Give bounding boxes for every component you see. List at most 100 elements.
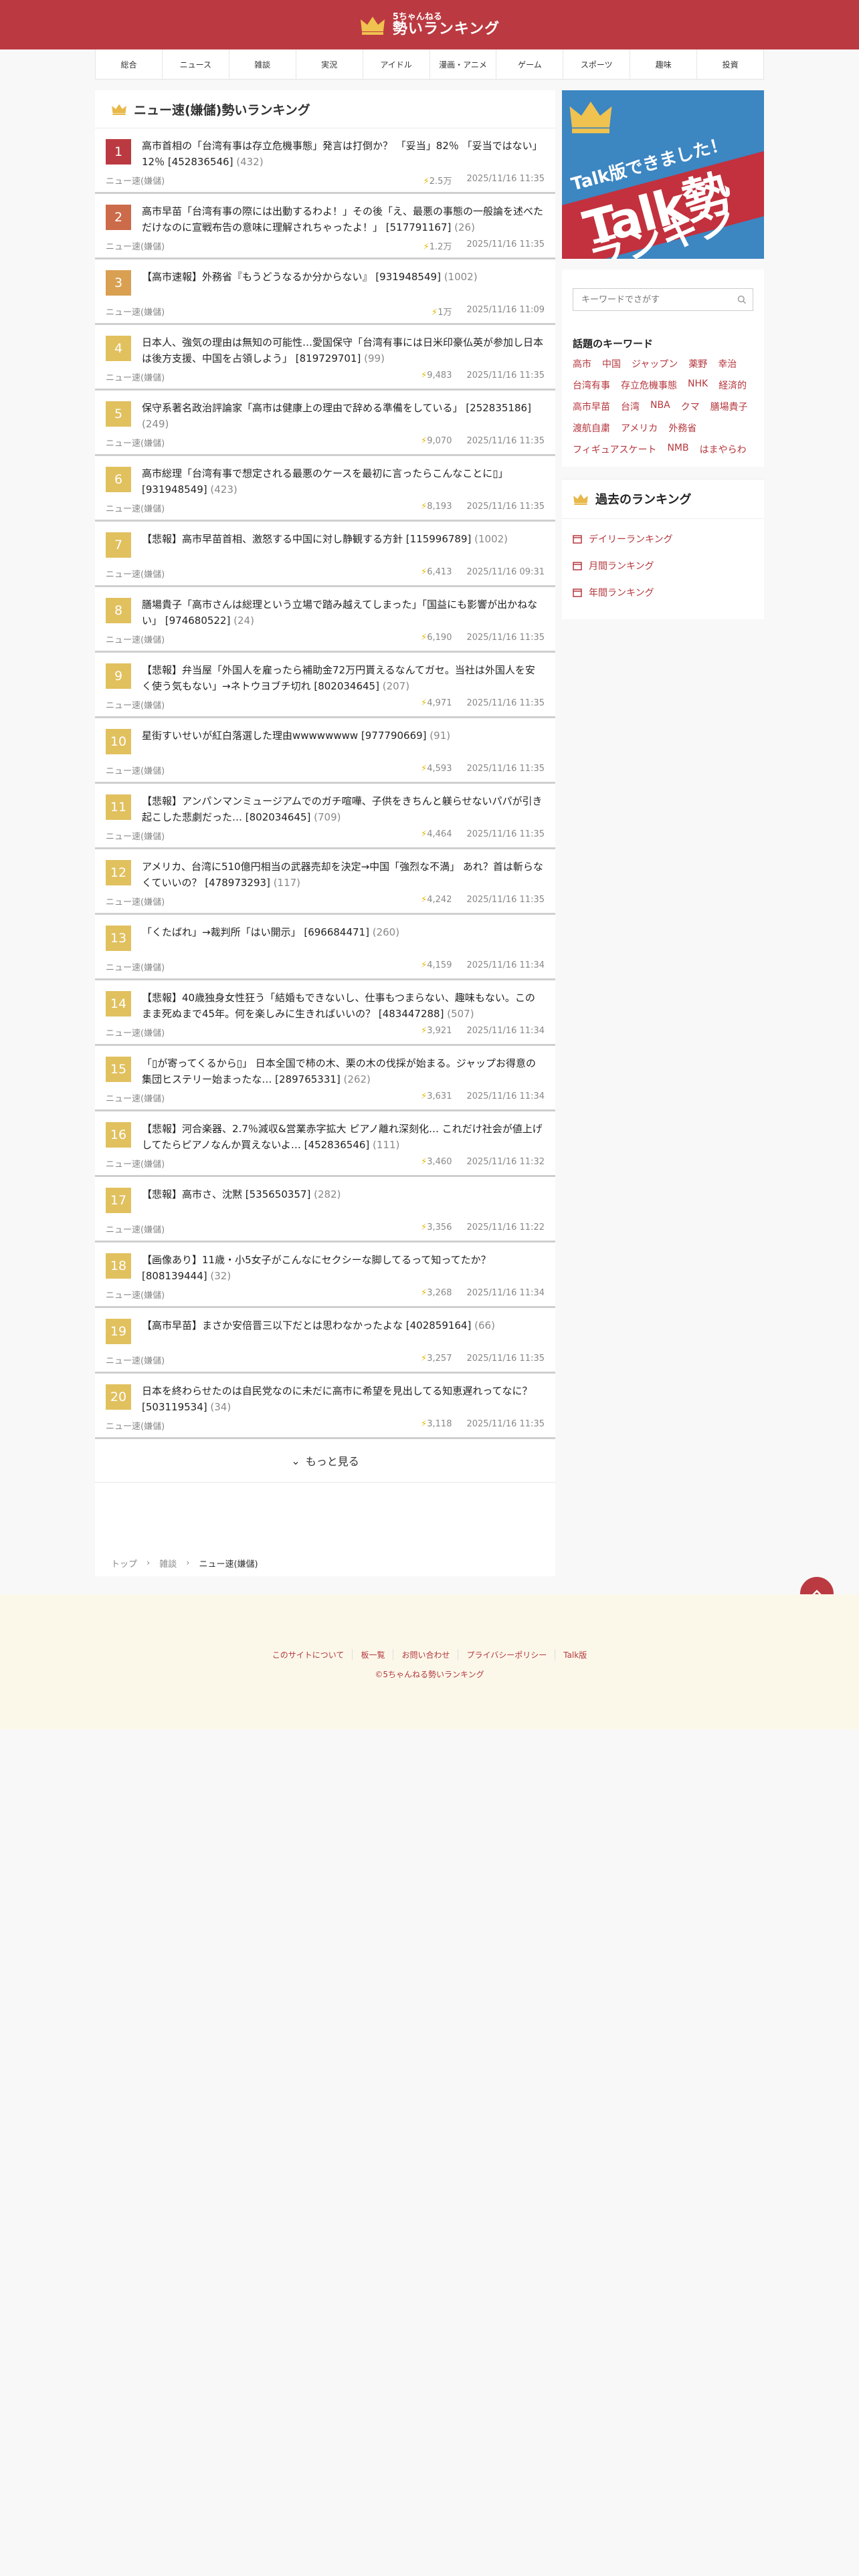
thread-title[interactable]: 「▯が寄ってくるから▯」 日本全国で柿の木、栗の木の伐採が始まる。ジャップお得意… bbox=[142, 1055, 545, 1087]
thread-title[interactable]: 【画像あり】11歳・小5女子がこんなにセクシーな脚してるって知ってたか？ [80… bbox=[142, 1252, 545, 1284]
keyword-link[interactable]: 台湾有事 bbox=[573, 379, 610, 392]
thread-title-text: 高市首相の「台湾有事は存立危機事態」発言は打倒か？ 「妥当」82％ 「妥当ではな… bbox=[142, 140, 543, 168]
keyword-link[interactable]: 経済的 bbox=[719, 379, 747, 392]
ranking-item[interactable]: 19 【高市早苗】まさか安倍晋三以下だとは思わなかったよな [402859164]… bbox=[95, 1308, 555, 1374]
ranking-item[interactable]: 17 【悲報】高市さ、沈黙 [535650357] (282) ニュー速(嫌儲) ⚡3… bbox=[95, 1177, 555, 1243]
footer-link-boards[interactable]: 板一覧 bbox=[352, 1649, 393, 1660]
ranking-item[interactable]: 5 保守系著名政治評論家「高市は健康上の理由で辞める準備をしている」 [25283… bbox=[95, 391, 555, 456]
breadcrumb-home[interactable]: トップ bbox=[111, 1557, 137, 1570]
thread-title[interactable]: 高市総理「台湾有事で想定される最悪のケースを最初に言ったらこんなことに▯」 [9… bbox=[142, 465, 545, 498]
ranking-item[interactable]: 2 高市早苗「台湾有事の際には出動するわよ！」その後「え、最悪の事態の一般論を述べ… bbox=[95, 194, 555, 259]
ranking-item[interactable]: 3 【高市速報】外務省『もうどうなるか分からない』 [931948549] (10… bbox=[95, 259, 555, 325]
momentum-value: 3,118 bbox=[427, 1419, 452, 1429]
thread-title[interactable]: 星街すいせいが紅白落選した理由wwwwwwww [977790669] (91) bbox=[142, 728, 450, 754]
keyword-link[interactable]: はまやらわ bbox=[700, 443, 747, 456]
ranking-item[interactable]: 1 高市首相の「台湾有事は存立危機事態」発言は打倒か？ 「妥当」82％ 「妥当では… bbox=[95, 128, 555, 194]
footer-link-privacy[interactable]: プライバシーポリシー bbox=[458, 1649, 555, 1660]
thread-title[interactable]: 保守系著名政治評論家「高市は健康上の理由で辞める準備をしている」 [252835… bbox=[142, 400, 545, 432]
keyword-link[interactable]: NBA bbox=[650, 400, 670, 413]
keyword-link[interactable]: アメリカ bbox=[621, 421, 658, 435]
thread-title[interactable]: 日本人、強気の理由は無知の可能性…愛国保守「台湾有事には日米印豪仏英が参加し日本… bbox=[142, 334, 545, 366]
ranking-item[interactable]: 14 【悲報】40歳独身女性狂う「結婚もできないし、仕事もつまらない、趣味もない。… bbox=[95, 980, 555, 1046]
nav-item-hobby[interactable]: 趣味 bbox=[630, 49, 698, 79]
past-ranking-daily[interactable]: デイリーランキング bbox=[573, 526, 753, 552]
ranking-item[interactable]: 4 日本人、強気の理由は無知の可能性…愛国保守「台湾有事には日米印豪仏英が参加し日… bbox=[95, 325, 555, 391]
keyword-link[interactable]: 幸治 bbox=[718, 357, 737, 370]
keyword-link[interactable]: フィギュアスケート bbox=[573, 443, 656, 456]
thread-title[interactable]: 【高市速報】外務省『もうどうなるか分からない』 [931948549] (100… bbox=[142, 269, 478, 296]
keyword-link[interactable]: クマ bbox=[681, 400, 700, 413]
keyword-link[interactable]: NHK bbox=[688, 379, 708, 392]
thread-title[interactable]: 【悲報】高市さ、沈黙 [535650357] (282) bbox=[142, 1186, 341, 1213]
keyword-link[interactable]: 高市早苗 bbox=[573, 400, 610, 413]
thread-title[interactable]: アメリカ、台湾に510億円相当の武器売却を決定→中国「強烈な不満」 あれ？首は斬… bbox=[142, 859, 545, 891]
thread-title[interactable]: 【悲報】アンパンマンミュージアムでのガチ喧嘩、子供をきちんと躾らせないパパが引き… bbox=[142, 793, 545, 825]
ranking-item[interactable]: 8 膳場貴子「高市さんは総理という立場で踏み越えてしまった」「国益にも影響が出かね… bbox=[95, 587, 555, 653]
nav-item-game[interactable]: ゲーム bbox=[496, 49, 564, 79]
nav-item-sports[interactable]: スポーツ bbox=[563, 49, 631, 79]
thread-title-text: アメリカ、台湾に510億円相当の武器売却を決定→中国「強烈な不満」 あれ？首は斬… bbox=[142, 861, 543, 889]
thread-title[interactable]: 膳場貴子「高市さんは総理という立場で踏み越えてしまった」「国益にも影響が出かねな… bbox=[142, 597, 545, 629]
ranking-item[interactable]: 13 「くたばれ」→裁判所「はい開示」 [696684471] (260) ニュー速… bbox=[95, 915, 555, 980]
keyword-link[interactable]: 外務省 bbox=[668, 421, 696, 435]
post-time: 2025/11/16 11:35 bbox=[466, 502, 545, 512]
rank-number: 5 bbox=[106, 401, 131, 427]
nav-item-general[interactable]: 総合 bbox=[95, 49, 163, 79]
footer-link-talk[interactable]: Talk版 bbox=[555, 1649, 595, 1660]
reply-count: (260) bbox=[372, 926, 400, 938]
footer-link-about[interactable]: このサイトについて bbox=[264, 1649, 353, 1660]
past-ranking-monthly[interactable]: 月間ランキング bbox=[573, 552, 753, 579]
ranking-item[interactable]: 6 高市総理「台湾有事で想定される最悪のケースを最初に言ったらこんなことに▯」 [… bbox=[95, 456, 555, 522]
nav-item-chat[interactable]: 雑談 bbox=[229, 49, 296, 79]
nav-item-anime[interactable]: 漫画・アニメ bbox=[430, 49, 497, 79]
more-button[interactable]: ⌄ もっと見る bbox=[95, 1439, 555, 1483]
ranking-item[interactable]: 15 「▯が寄ってくるから▯」 日本全国で柿の木、栗の木の伐採が始まる。ジャップお… bbox=[95, 1046, 555, 1111]
ranking-item[interactable]: 18 【画像あり】11歳・小5女子がこんなにセクシーな脚してるって知ってたか？ [… bbox=[95, 1243, 555, 1308]
momentum: ⚡4,971 bbox=[421, 698, 452, 711]
momentum-value: 4,593 bbox=[427, 764, 452, 774]
ranking-item[interactable]: 9 【悲報】弁当屋「外国人を雇ったら補助金72万円貰えるなんてガセ。当社は外国人を… bbox=[95, 653, 555, 718]
nav-item-news[interactable]: ニュース bbox=[163, 49, 229, 79]
board-name: ニュー速(嫌儲) bbox=[106, 766, 165, 776]
thread-title[interactable]: 【高市早苗】まさか安倍晋三以下だとは思わなかったよな [402859164] (… bbox=[142, 1317, 495, 1344]
nav-item-invest[interactable]: 投資 bbox=[697, 49, 765, 79]
search-input[interactable] bbox=[580, 294, 737, 306]
rank-number: 3 bbox=[106, 270, 131, 296]
lightning-icon: ⚡ bbox=[421, 370, 427, 381]
thread-title-text: 高市早苗「台湾有事の際には出動するわよ！」その後「え、最悪の事態の一般論を述べた… bbox=[142, 205, 544, 233]
thread-title[interactable]: 【悲報】弁当屋「外国人を雇ったら補助金72万円貰えるなんてガセ。当社は外国人を安… bbox=[142, 662, 545, 694]
ranking-item[interactable]: 20 日本を終わらせたのは自民党なのに未だに高市に希望を見出してる知恵遅れってなに… bbox=[95, 1374, 555, 1439]
search-icon[interactable] bbox=[737, 295, 746, 304]
nav-item-idol[interactable]: アイドル bbox=[363, 49, 430, 79]
thread-title[interactable]: 高市首相の「台湾有事は存立危機事態」発言は打倒か？ 「妥当」82％ 「妥当ではな… bbox=[142, 138, 545, 170]
breadcrumb-category[interactable]: 雑談 bbox=[159, 1557, 177, 1570]
thread-title[interactable]: 「くたばれ」→裁判所「はい開示」 [696684471] (260) bbox=[142, 924, 399, 951]
keyword-link[interactable]: 薬野 bbox=[688, 357, 707, 370]
past-ranking-yearly[interactable]: 年間ランキング bbox=[573, 579, 753, 606]
momentum-value: 4,159 bbox=[427, 960, 452, 970]
keyword-link[interactable]: ジャップン bbox=[632, 357, 678, 370]
keyword-link[interactable]: 膳場貴子 bbox=[710, 400, 748, 413]
ranking-item[interactable]: 7 【悲報】高市早苗首相、激怒する中国に対し静観する方針 [115996789] … bbox=[95, 522, 555, 587]
ranking-item[interactable]: 11 【悲報】アンパンマンミュージアムでのガチ喧嘩、子供をきちんと躾らせないパパが… bbox=[95, 784, 555, 849]
thread-title[interactable]: 日本を終わらせたのは自民党なのに未だに高市に希望を見出してる知恵遅れってなに？ … bbox=[142, 1383, 545, 1415]
nav-item-live[interactable]: 実況 bbox=[296, 49, 363, 79]
site-logo[interactable]: 5ちゃんねる 勢いランキング bbox=[359, 12, 500, 37]
ranking-item[interactable]: 16 【悲報】河合楽器、2.7％減収&営業赤字拡大 ピアノ離れ深刻化… これだけ社… bbox=[95, 1111, 555, 1177]
rank-number: 11 bbox=[106, 794, 131, 820]
keyword-link[interactable]: 中国 bbox=[602, 357, 621, 370]
thread-title[interactable]: 高市早苗「台湾有事の際には出動するわよ！」その後「え、最悪の事態の一般論を述べた… bbox=[142, 203, 545, 235]
rank-number: 15 bbox=[106, 1057, 131, 1082]
thread-title[interactable]: 【悲報】河合楽器、2.7％減収&営業赤字拡大 ピアノ離れ深刻化… これだけ社会が… bbox=[142, 1121, 545, 1153]
thread-title[interactable]: 【悲報】40歳独身女性狂う「結婚もできないし、仕事もつまらない、趣味もない。この… bbox=[142, 990, 545, 1022]
footer-link-contact[interactable]: お問い合わせ bbox=[393, 1649, 458, 1660]
ranking-item[interactable]: 12 アメリカ、台湾に510億円相当の武器売却を決定→中国「強烈な不満」 あれ？首… bbox=[95, 849, 555, 915]
talk-banner[interactable]: Talk版できました！ Talk勢い ランキング bbox=[562, 90, 764, 259]
thread-title[interactable]: 【悲報】高市早苗首相、激怒する中国に対し静観する方針 [115996789] (… bbox=[142, 531, 508, 558]
ranking-item[interactable]: 10 星街すいせいが紅白落選した理由wwwwwwww [977790669] (9… bbox=[95, 718, 555, 784]
keyword-link[interactable]: 台湾 bbox=[621, 400, 640, 413]
keyword-link[interactable]: 高市 bbox=[573, 357, 591, 370]
keyword-link[interactable]: NMB bbox=[667, 443, 688, 456]
keyword-link[interactable]: 渡航自粛 bbox=[573, 421, 610, 435]
keyword-link[interactable]: 存立危機事態 bbox=[621, 379, 677, 392]
